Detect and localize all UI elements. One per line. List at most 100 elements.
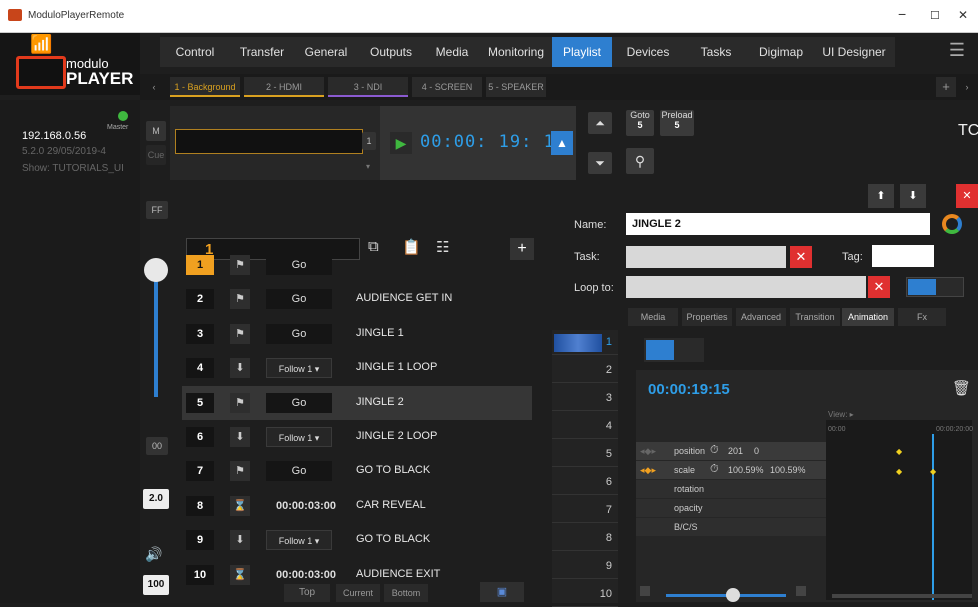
trash-icon[interactable]: 🗑: [952, 379, 971, 397]
property-value[interactable]: 100.59%: [728, 465, 764, 475]
layer-number[interactable]: 9: [606, 560, 612, 572]
layer-number[interactable]: 3: [606, 392, 612, 404]
subtab-media[interactable]: Media: [628, 308, 678, 326]
fader-knob[interactable]: [144, 258, 168, 282]
nav-digimap[interactable]: Digimap: [748, 37, 814, 67]
current-button[interactable]: Current: [336, 584, 380, 602]
loop-toggle[interactable]: [906, 277, 964, 297]
nav-tasks[interactable]: Tasks: [684, 37, 748, 67]
preload-button[interactable]: Preload 5: [660, 110, 694, 136]
nav-monitoring[interactable]: Monitoring: [480, 37, 552, 67]
tab-screen[interactable]: 4 - SCREEN: [412, 77, 482, 97]
tab-speaker[interactable]: 5 - SPEAKER: [486, 77, 546, 97]
minimize-button[interactable]: −: [898, 6, 906, 22]
nav-devices[interactable]: Devices: [612, 37, 684, 67]
property-row[interactable]: [636, 518, 826, 536]
ff-button[interactable]: FF: [146, 201, 168, 219]
zoom-minus[interactable]: [640, 586, 650, 596]
layer-number[interactable]: 5: [606, 448, 612, 460]
tab-background[interactable]: 1 - Background: [170, 77, 240, 97]
keyframe-marker[interactable]: ◆: [930, 467, 936, 476]
keyframe-marker[interactable]: ◆: [896, 467, 902, 476]
dropdown-icon[interactable]: ▾: [366, 162, 370, 171]
tab-ndi[interactable]: 3 - NDI: [328, 77, 408, 97]
layer-number[interactable]: 1: [606, 336, 612, 348]
cue-row[interactable]: 5 ⚑ Go JINGLE 2: [182, 385, 532, 420]
subtab-fx[interactable]: Fx: [898, 308, 946, 326]
task-field[interactable]: [626, 246, 786, 268]
zoom-knob[interactable]: [726, 588, 740, 602]
subtab-animation[interactable]: Animation: [842, 308, 894, 326]
maximize-button[interactable]: ☐: [930, 9, 940, 22]
timeline-scrollbar[interactable]: [832, 594, 972, 598]
layer-number[interactable]: 2: [606, 364, 612, 376]
play-icon[interactable]: ▶: [390, 132, 412, 154]
nav-general[interactable]: General: [294, 37, 358, 67]
cue-action[interactable]: Go: [266, 392, 332, 413]
layer-number[interactable]: 7: [606, 504, 612, 516]
property-value[interactable]: 100.59%: [770, 465, 806, 475]
stopwatch-icon[interactable]: ⏱: [710, 444, 719, 457]
nav-control[interactable]: Control: [160, 37, 230, 67]
property-row[interactable]: [636, 480, 826, 498]
cue-action[interactable]: Follow 1 ▾: [266, 530, 332, 551]
cue-input[interactable]: [175, 129, 363, 154]
tab-next-icon[interactable]: ›: [960, 77, 974, 97]
nav-playlist[interactable]: Playlist: [552, 37, 612, 67]
footprint-icon[interactable]: ⚲: [626, 148, 654, 174]
keyframe-nav-icon[interactable]: ◂◆▸: [640, 465, 656, 476]
cue-row[interactable]: 3 ⚑ Go JINGLE 1: [182, 317, 532, 351]
add-tab-icon[interactable]: +: [936, 77, 956, 97]
tab-hdmi[interactable]: 2 - HDMI: [244, 77, 324, 97]
media-thumb-icon[interactable]: ▣: [480, 582, 524, 602]
go-top-icon[interactable]: ⏶: [588, 112, 612, 134]
playhead[interactable]: [932, 434, 934, 600]
name-field[interactable]: JINGLE 2: [626, 213, 930, 235]
volume-value[interactable]: 100: [143, 575, 169, 595]
cue-action[interactable]: Follow 1 ▾: [266, 358, 332, 379]
nav-outputs[interactable]: Outputs: [358, 37, 424, 67]
property-value[interactable]: 0: [754, 446, 759, 456]
cue-row[interactable]: 6 ⬇ Follow 1 ▾ JINGLE 2 LOOP: [182, 420, 532, 454]
cue-row[interactable]: 7 ⚑ Go GO TO BLACK: [182, 454, 532, 488]
goto-button[interactable]: Goto 5: [626, 110, 654, 136]
cue-row[interactable]: 4 ⬇ Follow 1 ▾ JINGLE 1 LOOP: [182, 351, 532, 385]
cue-action[interactable]: 00:00:03:00: [266, 496, 346, 516]
nav-ui-designer[interactable]: UI Designer: [814, 37, 894, 67]
cue-action[interactable]: Go: [266, 255, 332, 275]
cue-action[interactable]: Follow 1 ▾: [266, 427, 332, 447]
go-bottom-icon[interactable]: ⏷: [588, 152, 612, 174]
nav-media[interactable]: Media: [424, 37, 480, 67]
cue-row[interactable]: 2 ⚑ Go AUDIENCE GET IN: [182, 282, 532, 316]
cue-action[interactable]: 00:00:03:00: [266, 565, 346, 585]
zero-button[interactable]: 00: [146, 437, 168, 455]
cue-action[interactable]: Go: [266, 461, 332, 482]
close-button[interactable]: ✕: [958, 8, 968, 22]
up-triangle-icon[interactable]: ▲: [551, 131, 573, 155]
tag-field[interactable]: [872, 245, 934, 267]
delete-icon[interactable]: ✕: [956, 184, 978, 208]
anim-toggle[interactable]: [644, 338, 704, 362]
property-row[interactable]: [636, 499, 826, 517]
property-value[interactable]: 201: [728, 446, 743, 456]
subtab-properties[interactable]: Properties: [682, 308, 732, 326]
clear-loop-icon[interactable]: ✕: [868, 276, 890, 298]
hamburger-menu-icon[interactable]: ☰: [942, 40, 972, 66]
cue-action[interactable]: Go: [266, 323, 332, 344]
keyframe-timeline[interactable]: View: ▸ 00:00 00:00:20:00 ◆ ◆ ◆: [826, 410, 973, 600]
loop-field[interactable]: [626, 276, 866, 298]
subtab-transition[interactable]: Transition: [790, 308, 840, 326]
tab-prev-icon[interactable]: ‹: [144, 77, 164, 97]
keyframe-nav-icon[interactable]: ◂◆▸: [640, 446, 656, 457]
cue-button[interactable]: Cue: [146, 145, 166, 165]
cue-action[interactable]: Go: [266, 289, 332, 310]
move-down-icon[interactable]: ⬇: [900, 184, 926, 208]
top-button[interactable]: Top: [284, 584, 330, 602]
cue-row[interactable]: 1 ⚑ Go: [182, 248, 532, 282]
nav-transfer[interactable]: Transfer: [230, 37, 294, 67]
m-button[interactable]: M: [146, 121, 166, 141]
zoom-plus[interactable]: [796, 586, 806, 596]
clear-task-icon[interactable]: ✕: [790, 246, 812, 268]
keyframe-marker[interactable]: ◆: [896, 447, 902, 456]
speed-value[interactable]: 2.0: [143, 489, 169, 509]
